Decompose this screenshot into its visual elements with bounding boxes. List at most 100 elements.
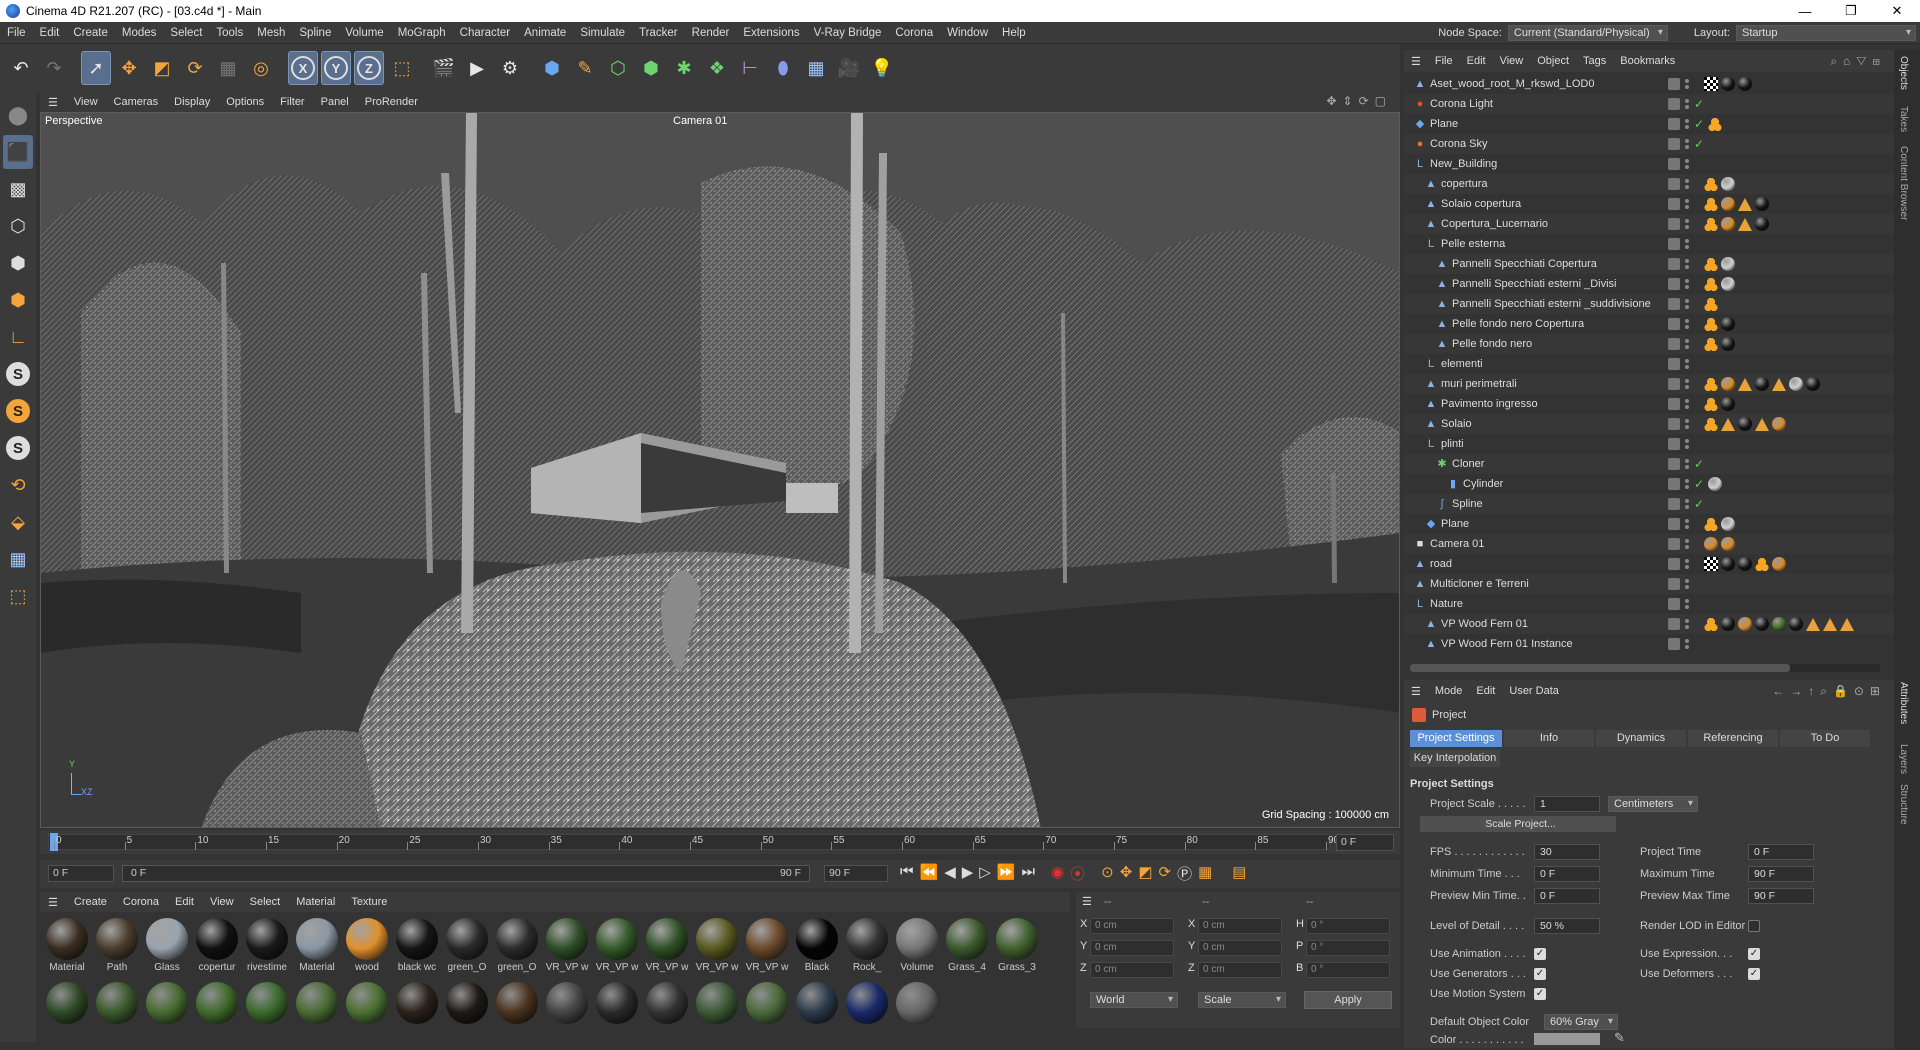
texture-tag-icon[interactable] [1738, 217, 1752, 231]
om-menu-view[interactable]: View [1493, 55, 1531, 67]
texture-mode-icon[interactable]: ▩ [3, 172, 33, 206]
editor-render-visibility-icon[interactable] [1684, 98, 1690, 110]
material-swatch[interactable] [444, 982, 490, 1042]
position-field[interactable]: 0 cm [1090, 962, 1174, 978]
material-tag-icon[interactable] [1738, 557, 1752, 571]
material-swatch[interactable] [294, 982, 340, 1042]
perspective-viewport[interactable]: Perspective Camera 01 Grid Spacing : 100… [40, 112, 1400, 828]
object-row[interactable]: ▮ Cylinder ✓ [1404, 474, 1894, 494]
material-swatch[interactable] [144, 982, 190, 1042]
fps-field[interactable]: 30 [1534, 844, 1600, 860]
material-swatch[interactable]: Grass_3 [994, 918, 1040, 978]
locked-workplane-icon[interactable]: ⬚ [3, 579, 33, 613]
object-name[interactable]: Pelle fondo nero [1452, 338, 1532, 350]
material-tag-icon[interactable] [1704, 537, 1718, 551]
phong-tag-icon[interactable] [1704, 397, 1718, 411]
layer-visibility-icon[interactable] [1668, 438, 1680, 450]
object-row[interactable]: ▲ VP Wood Fern 01 Instance [1404, 634, 1894, 654]
layer-visibility-icon[interactable] [1668, 518, 1680, 530]
om-menu-bookmarks[interactable]: Bookmarks [1613, 55, 1682, 67]
object-row[interactable]: ▲ VP Wood Fern 01 [1404, 614, 1894, 634]
layer-visibility-icon[interactable] [1668, 178, 1680, 190]
layer-visibility-icon[interactable] [1668, 498, 1680, 510]
rotation-field[interactable]: 0 ° [1306, 918, 1390, 934]
object-name[interactable]: Pelle fondo nero Copertura [1452, 318, 1584, 330]
om-horizontal-scrollbar[interactable] [1410, 664, 1880, 672]
material-tag-icon[interactable] [1721, 397, 1735, 411]
object-row[interactable]: L Pelle esterna [1404, 234, 1894, 254]
position-field[interactable]: 0 cm [1090, 918, 1174, 934]
prev-frame-icon[interactable]: ◀ [944, 863, 956, 884]
menu-edit[interactable]: Edit [33, 27, 67, 39]
material-tag-icon[interactable] [1721, 617, 1735, 631]
editor-render-visibility-icon[interactable] [1684, 638, 1690, 650]
tab-dynamics[interactable]: Dynamics [1596, 730, 1686, 747]
project-time-field[interactable]: 0 F [1748, 844, 1814, 860]
editor-render-visibility-icon[interactable] [1684, 358, 1690, 370]
next-frame-icon[interactable]: ▷ [979, 863, 991, 884]
minimize-button[interactable]: — [1782, 0, 1828, 22]
editor-render-visibility-icon[interactable] [1684, 218, 1690, 230]
material-tag-icon[interactable] [1755, 197, 1769, 211]
snap-icon[interactable]: S [3, 357, 33, 391]
editor-render-visibility-icon[interactable] [1684, 438, 1690, 450]
menu-window[interactable]: Window [940, 27, 995, 39]
object-row[interactable]: ▲ copertura [1404, 174, 1894, 194]
editor-render-visibility-icon[interactable] [1684, 78, 1690, 90]
polygons-mode-icon[interactable]: ⬢ [3, 283, 33, 317]
coordinate-system-icon[interactable]: ⬚ [387, 51, 417, 85]
workplane-icon[interactable]: ⬙ [3, 505, 33, 539]
viewport-menu-panel[interactable]: Panel [313, 96, 357, 108]
object-name[interactable]: Pannelli Specchiati Copertura [1452, 258, 1597, 270]
light-icon[interactable]: 💡 [867, 51, 897, 85]
material-swatch[interactable]: VR_VP w [544, 918, 590, 978]
material-swatch[interactable]: VR_VP w [694, 918, 740, 978]
record-keys-icon[interactable]: ◉ [1051, 863, 1064, 884]
node-space-dropdown[interactable]: Current (Standard/Physical) [1507, 25, 1668, 41]
editor-render-visibility-icon[interactable] [1684, 618, 1690, 630]
phong-tag-icon[interactable] [1704, 217, 1718, 231]
viewport-menu-filter[interactable]: Filter [272, 96, 312, 108]
object-row[interactable]: ▲ Pannelli Specchiati esterni _suddivisio… [1404, 294, 1894, 314]
editor-render-visibility-icon[interactable] [1684, 418, 1690, 430]
make-editable-icon[interactable]: ⬤ [3, 98, 33, 132]
layer-visibility-icon[interactable] [1668, 258, 1680, 270]
am-menu-edit[interactable]: Edit [1469, 685, 1502, 697]
timeline-ruler[interactable]: 0 5 10 15 20 25 30 35 40 45 50 55 60 65 70 75 80 85 90 0 F [40, 830, 1400, 854]
object-name[interactable]: Solaio [1441, 418, 1472, 430]
object-name[interactable]: muri perimetrali [1441, 378, 1517, 390]
material-tag-icon[interactable] [1755, 217, 1769, 231]
color-swatch[interactable] [1534, 1033, 1600, 1045]
editor-render-visibility-icon[interactable] [1684, 538, 1690, 550]
cube-object-icon[interactable]: ⬢ [537, 51, 567, 85]
layer-visibility-icon[interactable] [1668, 78, 1680, 90]
material-swatch[interactable] [94, 982, 140, 1042]
material-menu-select[interactable]: Select [242, 896, 289, 908]
material-tag-icon[interactable] [1721, 177, 1735, 191]
material-tag-icon[interactable] [1755, 377, 1769, 391]
texture-tag-icon[interactable] [1806, 617, 1820, 631]
key-rotation-icon[interactable]: ⟳ [1159, 863, 1172, 884]
material-tag-icon[interactable] [1708, 477, 1722, 491]
object-name[interactable]: Plane [1430, 118, 1458, 130]
editor-render-visibility-icon[interactable] [1684, 458, 1690, 470]
object-name[interactable]: elementi [1441, 358, 1483, 370]
object-name[interactable]: Pannelli Specchiati esterni _Divisi [1452, 278, 1616, 290]
phong-tag-icon[interactable] [1704, 517, 1718, 531]
material-swatch[interactable] [344, 982, 390, 1042]
timeline-window-icon[interactable]: ▤ [1232, 863, 1246, 884]
mograph-fracture-icon[interactable]: ❖ [702, 51, 732, 85]
key-scale-icon[interactable]: ◩ [1138, 863, 1152, 884]
material-tag-icon[interactable] [1806, 377, 1820, 391]
object-name[interactable]: Camera 01 [1430, 538, 1484, 550]
phong-tag-icon[interactable] [1704, 377, 1718, 391]
brush-selection-icon[interactable]: ◎ [246, 51, 276, 85]
layer-visibility-icon[interactable] [1668, 418, 1680, 430]
menu-modes[interactable]: Modes [115, 27, 164, 39]
menu-character[interactable]: Character [453, 27, 518, 39]
material-swatch[interactable] [594, 982, 640, 1042]
phong-tag-icon[interactable] [1704, 177, 1718, 191]
goto-end-icon[interactable]: ⏭ [1022, 863, 1036, 884]
material-swatch[interactable] [894, 982, 940, 1042]
coords-apply-button[interactable]: Apply [1304, 991, 1392, 1009]
